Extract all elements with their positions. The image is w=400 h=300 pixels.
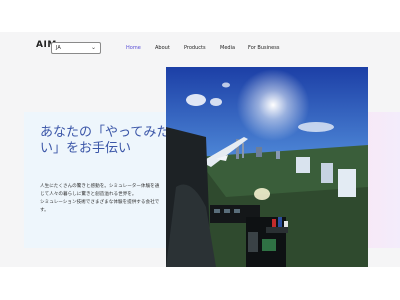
hero-paragraph-2: シミュレーション技術でさまざまな体験を提供する会社です。 — [40, 200, 160, 213]
nav-products[interactable]: Products — [184, 45, 206, 51]
language-selector-value: JA — [56, 45, 61, 51]
language-selector[interactable]: JA ⌄ — [51, 42, 101, 54]
hero-card-accent — [368, 112, 400, 248]
nav-media[interactable]: Media — [220, 45, 235, 51]
hero-description: 人生にたくさんの驚きと感動を。シミュレーター体験を通じて人々の暮らしに驚きと創造… — [40, 183, 162, 215]
nav-for-business[interactable]: For Business — [248, 45, 279, 51]
page: AIM JA ⌄ Home About Products Media For B… — [0, 0, 400, 300]
hero-paragraph-1: 人生にたくさんの驚きと感動を。シミュレーター体験を通じて人々の暮らしに驚きと創造… — [40, 184, 160, 197]
hero-title: あなたの「やってみたい」をお手伝い — [40, 125, 170, 156]
hero-simulator-image — [166, 67, 368, 267]
nav-home[interactable]: Home — [126, 45, 141, 51]
chevron-down-icon: ⌄ — [90, 44, 96, 51]
nav-about[interactable]: About — [155, 45, 170, 51]
